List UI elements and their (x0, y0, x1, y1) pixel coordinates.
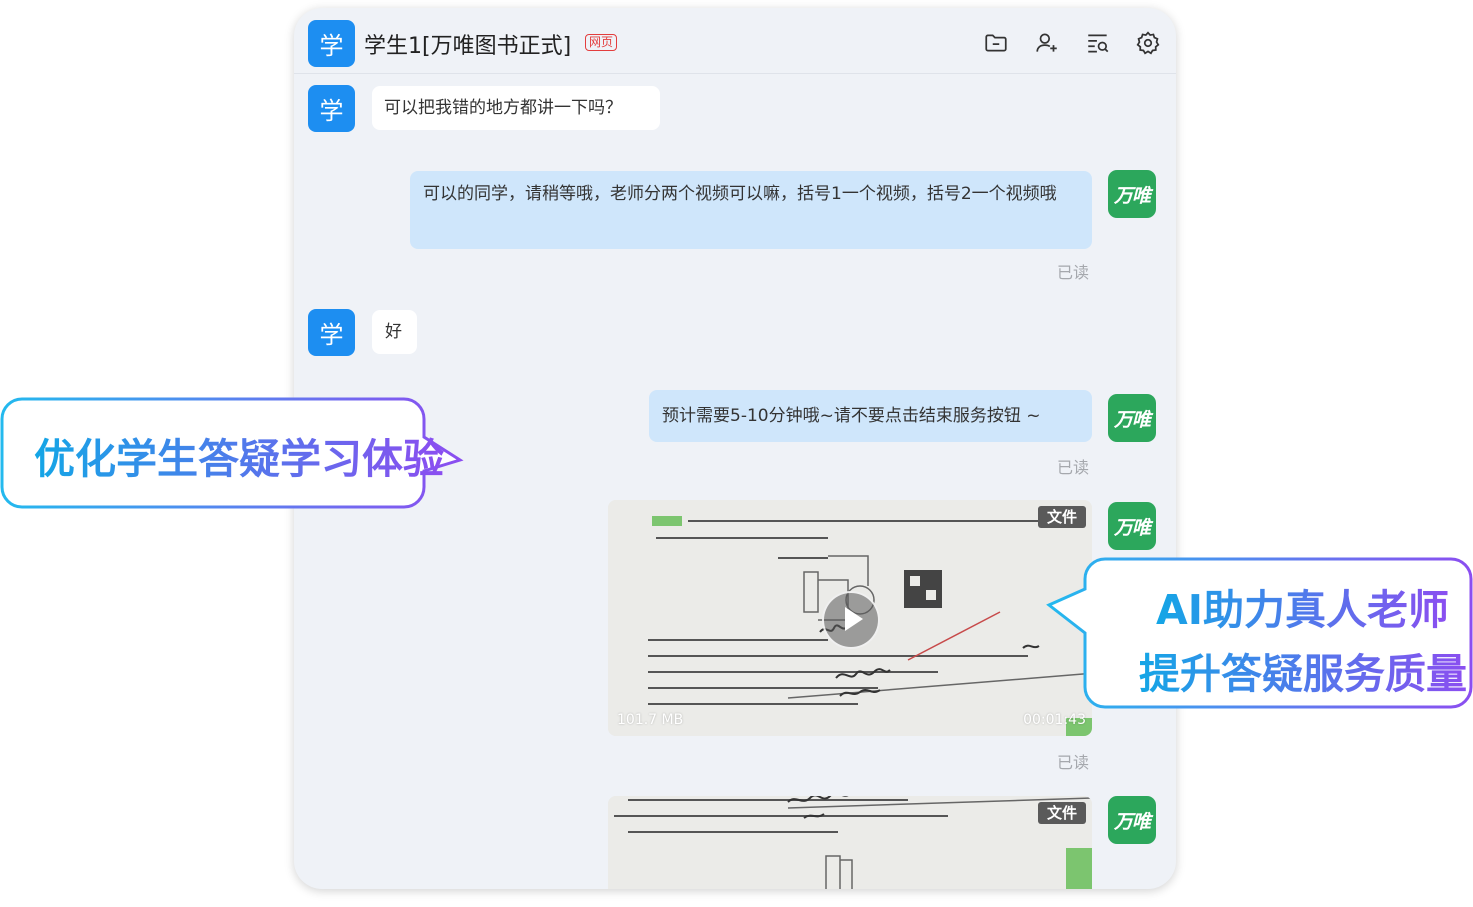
feature-callout-right: AI助力真人老师 提升答疑服务质量 (1045, 557, 1473, 709)
worksheet-thumbnail (608, 796, 1092, 889)
teacher-avatar[interactable]: 万唯 (1108, 170, 1156, 218)
teacher-avatar[interactable]: 万唯 (1108, 796, 1156, 844)
teacher-message: 可以的同学，请稍等哦，老师分两个视频可以嘛，括号1一个视频，括号2一个视频哦 (410, 171, 1092, 249)
header-avatar[interactable]: 学 (308, 20, 355, 67)
search-list-icon[interactable] (1085, 30, 1111, 56)
add-user-icon[interactable] (1034, 30, 1060, 56)
video-message[interactable]: 文件 (608, 796, 1092, 889)
play-button[interactable] (822, 591, 880, 649)
student-message: 好 (372, 310, 417, 354)
student-avatar[interactable]: 学 (308, 85, 355, 132)
callout-text-line2: 提升答疑服务质量 (1139, 640, 1467, 700)
feature-callout-left: 优化学生答疑学习体验 (0, 397, 465, 511)
video-message[interactable]: 文件 101.7 MB 00:01:43 (608, 500, 1092, 736)
file-tag-badge: 文件 (1037, 802, 1086, 824)
callout-text-line1: AI助力真人老师 (1156, 576, 1449, 636)
callout-text: 优化学生答疑学习体验 (34, 425, 444, 485)
chat-title: 学生1[万唯图书正式] (364, 34, 572, 59)
video-duration: 00:01:43 (1023, 712, 1086, 728)
gear-icon[interactable] (1135, 30, 1161, 56)
chat-header: 学 学生1[万唯图书正式] 网页 (294, 8, 1176, 74)
teacher-avatar[interactable]: 万唯 (1108, 394, 1156, 442)
file-tag-badge: 文件 (1037, 506, 1086, 528)
student-message: 可以把我错的地方都讲一下吗？ (372, 86, 660, 130)
read-status: 已读 (1057, 263, 1090, 282)
video-size: 101.7 MB (617, 712, 684, 728)
read-status: 已读 (1057, 753, 1090, 772)
folder-icon[interactable] (983, 30, 1009, 56)
web-tag-badge: 网页 (585, 34, 618, 51)
teacher-message: 预计需要5-10分钟哦~请不要点击结束服务按钮 ~ (649, 390, 1092, 442)
read-status: 已读 (1057, 458, 1090, 477)
student-avatar[interactable]: 学 (308, 309, 355, 356)
teacher-avatar[interactable]: 万唯 (1108, 502, 1156, 550)
